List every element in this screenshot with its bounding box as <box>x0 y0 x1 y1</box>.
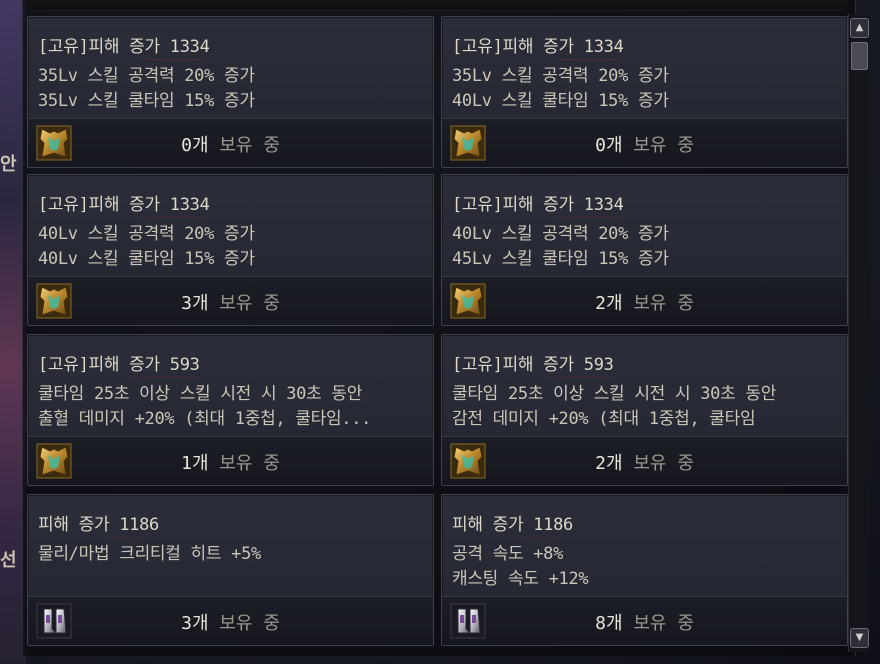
item-effect-line: 공격 속도 +8% <box>452 544 564 564</box>
item-effect-line: 출혈 데미지 +20% (최대 1중첩, 쿨타임... <box>38 409 372 429</box>
item-title: [고유]피해 증가 1334 <box>452 35 624 60</box>
owned-count-label: 보유 중 <box>633 293 694 314</box>
owned-count: 0개 보유 중 <box>28 131 433 157</box>
item-card[interactable]: [고유]피해 증가 1334 35Lv 스킬 공격력 20% 증가 35Lv 스킬 … <box>27 16 434 168</box>
item-title: 피해 증가 1186 <box>38 513 159 538</box>
item-title: [고유]피해 증가 593 <box>452 353 614 378</box>
item-footer: 2개 보유 중 <box>442 436 847 485</box>
owned-count-label: 보유 중 <box>633 613 694 634</box>
item-effect-line: 40Lv 스킬 공격력 20% 증가 <box>38 224 255 244</box>
owned-count-number: 0개 <box>181 135 209 156</box>
item-effect-line: 물리/마법 크리티컬 히트 +5% <box>38 544 261 564</box>
scroll-down-button[interactable]: ▼ <box>850 628 869 648</box>
owned-count-label: 보유 중 <box>633 453 694 474</box>
item-effect-line: 40Lv 스킬 쿨타임 15% 증가 <box>452 91 669 111</box>
owned-count: 2개 보유 중 <box>442 449 847 475</box>
scroll-up-button[interactable]: ▲ <box>850 18 869 38</box>
item-footer: 1개 보유 중 <box>28 436 433 485</box>
item-title: [고유]피해 증가 1334 <box>38 193 210 218</box>
item-title: [고유]피해 증가 593 <box>38 353 200 378</box>
item-footer: 0개 보유 중 <box>28 118 433 167</box>
owned-count: 8개 보유 중 <box>442 609 847 635</box>
item-footer: 0개 보유 중 <box>442 118 847 167</box>
owned-count-number: 0개 <box>595 135 623 156</box>
item-card[interactable]: [고유]피해 증가 593 쿨타임 25초 이상 스킬 시전 시 30초 동안출혈… <box>27 334 434 486</box>
owned-count: 3개 보유 중 <box>28 609 433 635</box>
item-effect-line: 감전 데미지 +20% (최대 1중첩, 쿨타임 <box>452 409 756 429</box>
item-effect-line: 캐스팅 속도 +12% <box>452 569 589 589</box>
item-title: 피해 증가 1186 <box>452 513 573 538</box>
item-card[interactable]: [고유]피해 증가 1334 35Lv 스킬 공격력 20% 증가 40Lv 스킬 … <box>441 16 848 168</box>
item-effect-line: 35Lv 스킬 공격력 20% 증가 <box>452 66 669 86</box>
owned-count-number: 3개 <box>181 293 209 314</box>
owned-count: 2개 보유 중 <box>442 289 847 315</box>
owned-count-number: 1개 <box>181 453 209 474</box>
item-effect-line: 35Lv 스킬 쿨타임 15% 증가 <box>38 91 255 111</box>
item-footer: 3개 보유 중 <box>28 596 433 645</box>
owned-count-label: 보유 중 <box>219 293 280 314</box>
item-effect-line: 쿨타임 25초 이상 스킬 시전 시 30초 동안 <box>452 384 777 404</box>
owned-count-number: 3개 <box>181 613 209 634</box>
owned-count: 0개 보유 중 <box>442 131 847 157</box>
item-card[interactable]: 피해 증가 1186 공격 속도 +8% 캐스팅 속도 +12% 8개 보유 중 <box>441 494 848 646</box>
owned-count-number: 8개 <box>595 613 623 634</box>
scroll-thumb[interactable] <box>851 42 868 70</box>
scrollbar[interactable]: ▲ ▼ <box>848 14 869 652</box>
item-title: [고유]피해 증가 1334 <box>38 35 210 60</box>
owned-count-label: 보유 중 <box>219 135 280 156</box>
item-footer: 8개 보유 중 <box>442 596 847 645</box>
item-title: [고유]피해 증가 1334 <box>452 193 624 218</box>
item-effect-line: 쿨타임 25초 이상 스킬 시전 시 30초 동안 <box>38 384 363 404</box>
item-card[interactable]: [고유]피해 증가 593 쿨타임 25초 이상 스킬 시전 시 30초 동안감전… <box>441 334 848 486</box>
item-effect-line: 45Lv 스킬 쿨타임 15% 증가 <box>452 249 669 269</box>
owned-count: 3개 보유 중 <box>28 289 433 315</box>
item-effect-line: 40Lv 스킬 공격력 20% 증가 <box>452 224 669 244</box>
item-card[interactable]: [고유]피해 증가 1334 40Lv 스킬 공격력 20% 증가 45Lv 스킬 … <box>441 174 848 326</box>
background-glyph: 안 <box>0 154 17 175</box>
owned-count-number: 2개 <box>595 453 623 474</box>
owned-count-label: 보유 중 <box>219 453 280 474</box>
owned-count: 1개 보유 중 <box>28 449 433 475</box>
owned-count-number: 2개 <box>595 293 623 314</box>
item-card[interactable]: 피해 증가 1186 물리/마법 크리티컬 히트 +5% 3개 보유 중 <box>27 494 434 646</box>
item-effect-line: 40Lv 스킬 쿨타임 15% 증가 <box>38 249 255 269</box>
item-effect-line: 35Lv 스킬 공격력 20% 증가 <box>38 66 255 86</box>
owned-count-label: 보유 중 <box>219 613 280 634</box>
item-card[interactable]: [고유]피해 증가 1334 40Lv 스킬 공격력 20% 증가 40Lv 스킬 … <box>27 174 434 326</box>
item-footer: 2개 보유 중 <box>442 276 847 325</box>
owned-count-label: 보유 중 <box>633 135 694 156</box>
background-glyph: 선 <box>0 550 17 571</box>
item-footer: 3개 보유 중 <box>28 276 433 325</box>
